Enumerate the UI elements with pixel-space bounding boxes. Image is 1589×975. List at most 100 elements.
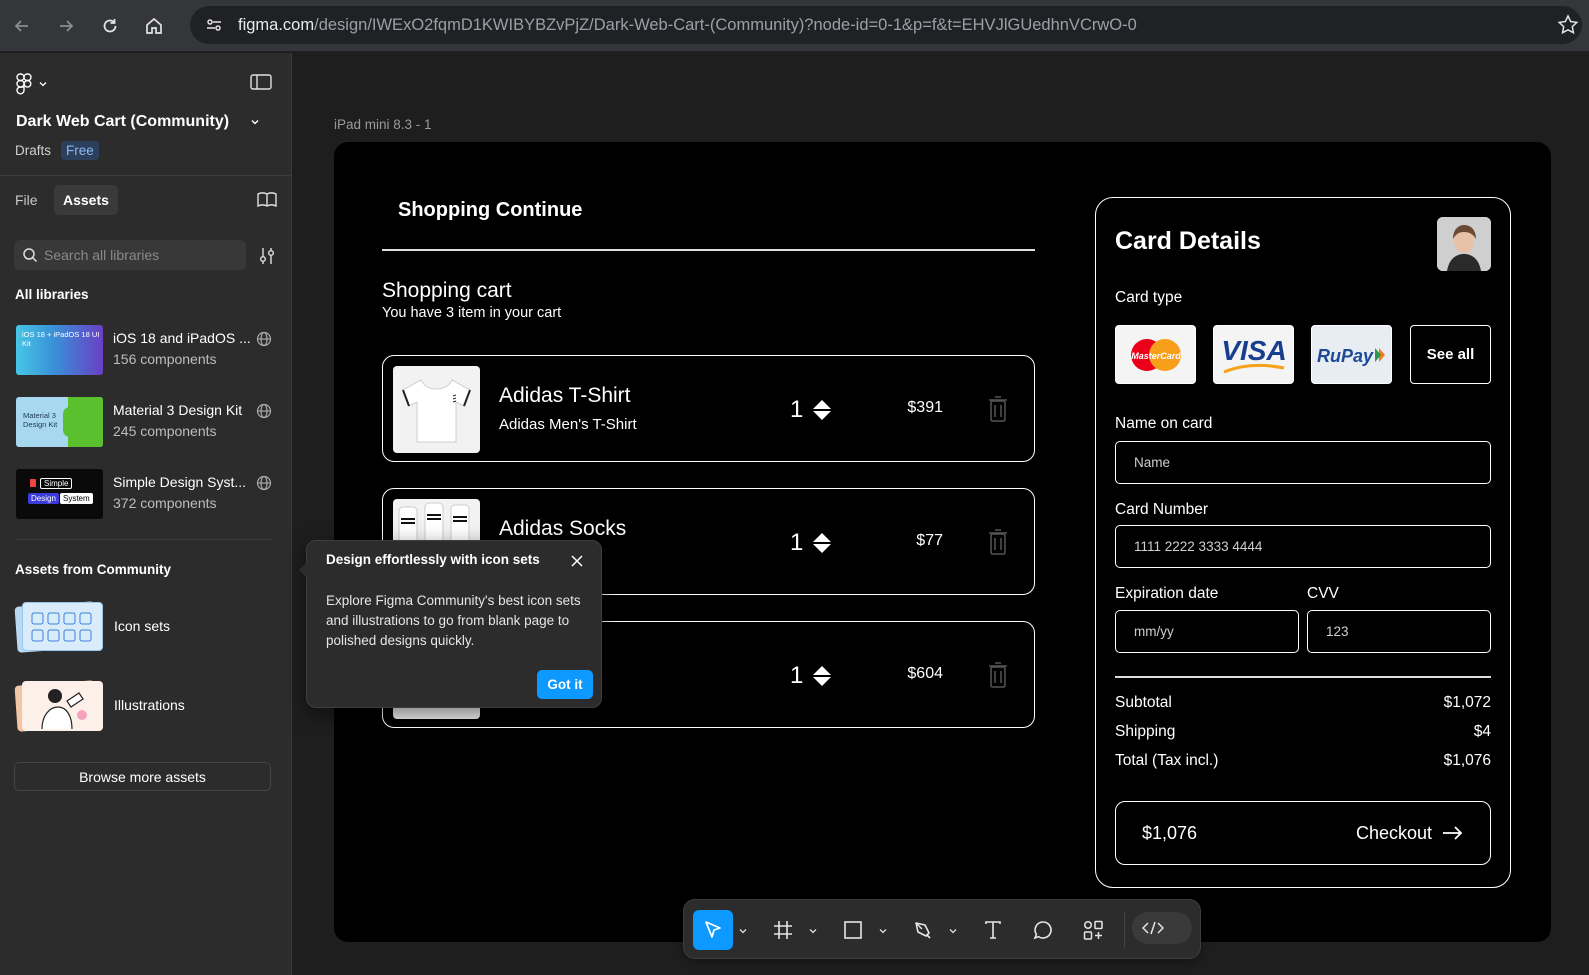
visa-text: VISA xyxy=(1221,335,1286,366)
back-button[interactable] xyxy=(6,10,38,42)
frame-label[interactable]: iPad mini 8.3 - 1 xyxy=(334,117,432,132)
got-it-button[interactable]: Got it xyxy=(537,670,593,699)
checkout-amount: $1,076 xyxy=(1142,822,1198,843)
trash-icon[interactable] xyxy=(989,529,1007,555)
asset-icon-sets[interactable]: Icon sets xyxy=(14,600,278,653)
card-number-field[interactable] xyxy=(1115,525,1491,568)
subtotal-label: Subtotal xyxy=(1115,694,1172,711)
main-menu-button[interactable] xyxy=(16,73,48,95)
rectangle-tool[interactable] xyxy=(840,910,866,950)
card-type-visa[interactable]: VISA xyxy=(1213,325,1294,384)
card-type-rupay[interactable]: RuPay xyxy=(1311,325,1392,384)
asset-illustrations[interactable]: Illustrations xyxy=(14,679,278,732)
cvv-label: CVV xyxy=(1307,585,1339,602)
file-name[interactable]: Dark Web Cart (Community) xyxy=(16,113,229,131)
rupay-text: RuPay xyxy=(1317,346,1374,366)
library-name: Simple Design Syst... xyxy=(113,474,247,490)
total-label: Total (Tax incl.) xyxy=(1115,752,1219,769)
library-item[interactable]: iOS 18 + iPadOS 18 UI Kit iOS 18 and iPa… xyxy=(16,325,278,375)
reload-button[interactable] xyxy=(94,10,126,42)
expiration-input[interactable] xyxy=(1134,624,1298,639)
forward-button[interactable] xyxy=(50,10,82,42)
filter-settings-icon[interactable] xyxy=(258,246,276,266)
checkout-label: Checkout xyxy=(1355,822,1432,843)
expiration-label: Expiration date xyxy=(1115,585,1219,602)
expiration-field[interactable] xyxy=(1115,610,1299,653)
shipping-value: $4 xyxy=(1473,723,1491,740)
asset-name: Icon sets xyxy=(114,618,171,634)
text-tool[interactable] xyxy=(980,910,1006,950)
tab-file[interactable]: File xyxy=(15,192,38,208)
library-count: 245 components xyxy=(113,423,217,439)
chevron-down-icon[interactable] xyxy=(878,926,888,936)
quantity-stepper-icon[interactable] xyxy=(811,531,833,555)
chevron-down-icon[interactable] xyxy=(738,926,748,936)
comment-tool[interactable] xyxy=(1030,910,1056,950)
name-field[interactable] xyxy=(1115,441,1491,484)
icon-sets-thumbnail xyxy=(14,600,103,653)
cart-item[interactable]: Adidas T-Shirt Adidas Men's T-Shirt 1 $3… xyxy=(382,355,1035,462)
library-name: iOS 18 and iPadOS ... xyxy=(113,330,251,346)
dev-mode-toggle[interactable] xyxy=(1132,912,1192,944)
quantity-stepper-icon[interactable] xyxy=(811,664,833,688)
bookmark-star-icon[interactable] xyxy=(1557,14,1579,36)
trash-icon[interactable] xyxy=(989,396,1007,422)
chevron-down-icon xyxy=(39,82,47,87)
chevron-down-icon[interactable] xyxy=(808,926,818,936)
trash-icon[interactable] xyxy=(989,662,1007,688)
close-icon[interactable] xyxy=(569,553,585,569)
total-row: Total (Tax incl.) $1,076 xyxy=(1115,752,1491,770)
shop-title[interactable]: Shopping Continue xyxy=(398,199,582,222)
globe-icon xyxy=(256,475,272,491)
divider xyxy=(1124,912,1125,948)
tab-assets[interactable]: Assets xyxy=(54,185,118,215)
actions-tool[interactable] xyxy=(1080,910,1106,950)
chevron-down-icon[interactable] xyxy=(948,926,958,936)
divider xyxy=(1115,676,1491,678)
cvv-field[interactable] xyxy=(1307,610,1491,653)
card-type-mastercard[interactable]: MasterCard xyxy=(1115,325,1196,384)
components-grid-icon xyxy=(1083,920,1103,940)
reload-icon xyxy=(103,19,117,33)
arrow-right-icon xyxy=(1443,826,1463,840)
library-book-icon[interactable] xyxy=(257,191,277,209)
item-quantity: 1 xyxy=(790,529,804,556)
arrow-left-icon xyxy=(14,20,28,32)
see-all-button[interactable]: See all xyxy=(1410,325,1491,384)
checkout-button[interactable]: $1,076 Checkout xyxy=(1115,801,1491,865)
subtotal-row: Subtotal $1,072 xyxy=(1115,694,1491,712)
tshirt-icon xyxy=(402,379,471,443)
toggle-sidebar-icon[interactable] xyxy=(250,73,272,91)
illustration-figure-icon xyxy=(41,689,87,730)
library-search[interactable] xyxy=(14,240,246,270)
quantity-stepper-icon[interactable] xyxy=(811,398,833,422)
illustrations-thumbnail xyxy=(14,679,103,732)
card-details-title: Card Details xyxy=(1115,227,1261,255)
bottom-toolbar xyxy=(683,899,1201,959)
cart-title[interactable]: Shopping cart xyxy=(382,279,512,303)
chevron-down-icon[interactable] xyxy=(249,116,261,128)
browse-more-assets-button[interactable]: Browse more assets xyxy=(14,762,271,791)
library-thumbnail: Material 3 Design Kit xyxy=(16,397,103,447)
shipping-row: Shipping $4 xyxy=(1115,723,1491,741)
cart-subtitle[interactable]: You have 3 item in your cart xyxy=(382,305,561,321)
item-name: Adidas T-Shirt xyxy=(499,384,631,407)
frame-tool[interactable] xyxy=(770,910,796,950)
globe-icon xyxy=(256,331,272,347)
card-number-input[interactable] xyxy=(1134,539,1490,554)
home-button[interactable] xyxy=(138,10,170,42)
onboarding-tooltip: Design effortlessly with icon sets Explo… xyxy=(299,540,602,708)
search-input[interactable] xyxy=(44,247,234,263)
drafts-label[interactable]: Drafts xyxy=(15,143,51,158)
library-item[interactable]: Material 3 Design Kit Material 3 Design … xyxy=(16,397,278,447)
divider xyxy=(15,539,272,540)
browser-toolbar: figma.com/design/IWExO2fqmD1KWIBYBZvPjZ/… xyxy=(0,0,1589,52)
library-item[interactable]: Simple Design System Simple Design Syst.… xyxy=(16,469,278,519)
address-bar[interactable]: figma.com/design/IWExO2fqmD1KWIBYBZvPjZ/… xyxy=(190,6,1582,44)
pen-tool[interactable] xyxy=(910,910,936,950)
comment-bubble-icon xyxy=(1033,921,1052,940)
name-input[interactable] xyxy=(1134,455,1490,470)
move-tool[interactable] xyxy=(693,910,733,950)
plan-badge[interactable]: Free xyxy=(61,141,99,160)
cvv-input[interactable] xyxy=(1326,624,1490,639)
